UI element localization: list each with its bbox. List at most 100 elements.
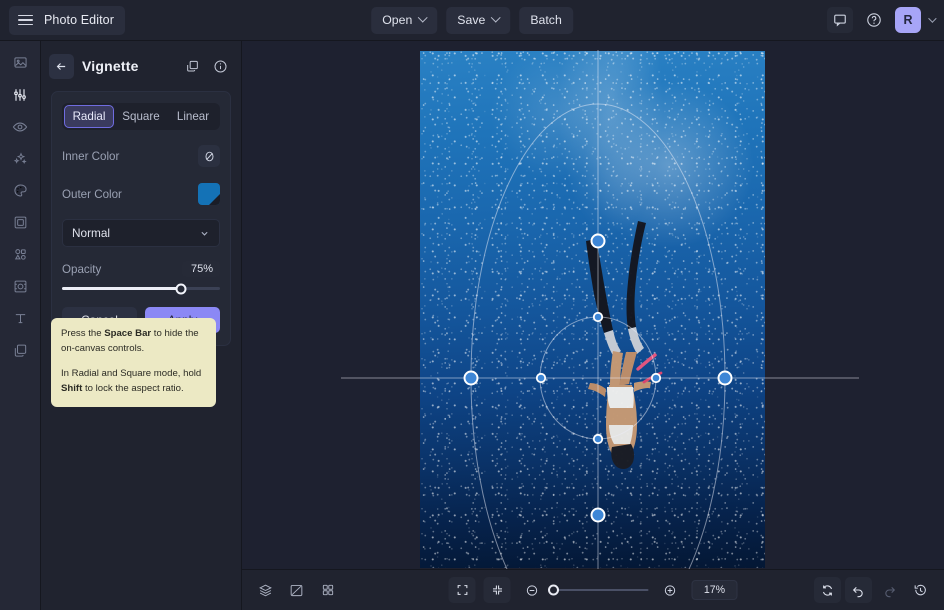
save-button[interactable]: Save <box>446 7 510 34</box>
history-icon <box>913 583 928 598</box>
inner-color-label: Inner Color <box>62 150 119 163</box>
avatar-initial: R <box>903 13 912 27</box>
zoom-contract-icon <box>490 583 504 597</box>
bottom-toolbar: 17% <box>242 569 944 610</box>
inner-color-row: Inner Color <box>62 144 220 168</box>
app-title: Photo Editor <box>44 13 114 27</box>
image-icon <box>13 55 28 70</box>
sidebar-item-text[interactable] <box>6 306 35 331</box>
redo-icon <box>882 583 897 598</box>
canvas-area[interactable]: 17% <box>242 41 944 610</box>
text-icon <box>13 311 28 326</box>
blend-mode-value: Normal <box>72 226 110 240</box>
compare-split-icon <box>289 583 304 598</box>
sidebar-item-frame[interactable] <box>6 210 35 235</box>
opacity-slider-knob[interactable] <box>175 283 186 294</box>
sidebar-item-visibility[interactable] <box>6 114 35 139</box>
top-center-actions: Open Save Batch <box>371 7 573 34</box>
bottom-left-tools <box>252 577 341 603</box>
sidebar-item-shapes[interactable] <box>6 242 35 267</box>
open-button[interactable]: Open <box>371 7 437 34</box>
shape-mode-linear[interactable]: Linear <box>168 105 218 128</box>
user-avatar[interactable]: R <box>895 7 921 33</box>
app-menu-button[interactable]: Photo Editor <box>9 6 125 35</box>
zoom-contract-button[interactable] <box>484 577 511 603</box>
chevron-down-icon <box>418 12 428 22</box>
minus-circle-icon <box>525 583 540 598</box>
shape-mode-radial[interactable]: Radial <box>64 105 114 128</box>
redo-button[interactable] <box>876 577 903 603</box>
opacity-value[interactable]: 75% <box>182 261 220 277</box>
comment-icon <box>833 13 847 27</box>
sliders-icon <box>12 87 28 103</box>
batch-button[interactable]: Batch <box>519 7 572 34</box>
vignette-settings-card: Radial Square Linear Inner Color Outer C… <box>51 91 231 346</box>
blend-mode-select[interactable]: Normal <box>62 219 220 247</box>
effect-info-button[interactable] <box>210 56 230 76</box>
freediver-figure <box>420 51 765 568</box>
inner-color-swatch[interactable] <box>198 145 220 167</box>
hamburger-icon <box>18 15 33 26</box>
eye-icon <box>12 119 28 135</box>
grid-view-button[interactable] <box>314 577 341 603</box>
outer-color-swatch[interactable] <box>198 183 220 205</box>
shape-mode-square[interactable]: Square <box>116 105 166 128</box>
zoom-slider[interactable] <box>554 589 649 591</box>
zoom-controls: 17% <box>449 577 738 603</box>
zoom-out-button[interactable] <box>519 577 546 603</box>
tip-line-2: In Radial and Square mode, hold Shift to… <box>61 367 206 397</box>
sidebar-item-adjustments[interactable] <box>6 82 35 107</box>
sidebar-item-effects[interactable] <box>6 146 35 171</box>
opacity-slider[interactable] <box>62 287 220 290</box>
top-right-actions: R <box>827 7 934 33</box>
help-button[interactable] <box>861 7 887 33</box>
canvas-stage[interactable] <box>242 41 944 569</box>
crop-focus-icon <box>13 279 28 294</box>
duplicate-effect-button[interactable] <box>182 56 202 76</box>
chevron-down-icon <box>199 228 210 239</box>
photo-editor-window: Photo Editor Open Save Batch <box>0 0 944 610</box>
open-label: Open <box>382 13 412 27</box>
account-chevron-down-icon[interactable] <box>928 14 936 22</box>
zoom-in-button[interactable] <box>657 577 684 603</box>
opacity-label: Opacity <box>62 263 101 276</box>
frame-icon <box>13 215 28 230</box>
reset-button[interactable] <box>814 577 841 603</box>
fit-screen-icon <box>455 583 469 597</box>
opacity-slider-fill <box>62 287 181 290</box>
info-circle-icon <box>213 59 228 74</box>
photo-image[interactable] <box>420 51 765 568</box>
history-button[interactable] <box>907 577 934 603</box>
palette-icon <box>13 183 28 198</box>
panel-back-button[interactable] <box>49 54 74 79</box>
layers-panel-button[interactable] <box>252 577 279 603</box>
grid-icon <box>321 583 335 597</box>
zoom-level-value[interactable]: 17% <box>692 580 738 600</box>
reset-icon <box>820 583 835 598</box>
no-color-icon <box>203 150 216 163</box>
plus-circle-icon <box>663 583 678 598</box>
sidebar-item-color[interactable] <box>6 178 35 203</box>
batch-label: Batch <box>530 13 561 27</box>
outer-color-row: Outer Color <box>62 182 220 206</box>
sidebar-item-image[interactable] <box>6 50 35 75</box>
fit-to-screen-button[interactable] <box>449 577 476 603</box>
layers-stack-icon <box>13 343 28 358</box>
editor-body: Vignette Radial Square Linear <box>0 41 944 610</box>
sidebar-item-layers[interactable] <box>6 338 35 363</box>
shape-mode-segmented-control: Radial Square Linear <box>62 103 220 130</box>
opacity-control: Opacity 75% <box>62 261 220 290</box>
comment-button[interactable] <box>827 7 853 33</box>
page-title: Vignette <box>82 58 174 74</box>
properties-panel: Vignette Radial Square Linear <box>41 41 242 610</box>
copy-icon <box>185 59 200 74</box>
help-circle-icon <box>866 12 882 28</box>
compare-button[interactable] <box>283 577 310 603</box>
undo-button[interactable] <box>845 577 872 603</box>
tip-line-1: Press the Space Bar to hide the on-canva… <box>61 327 206 357</box>
zoom-slider-knob[interactable] <box>548 585 559 596</box>
outer-color-label: Outer Color <box>62 188 122 201</box>
keyboard-tip-tooltip: Press the Space Bar to hide the on-canva… <box>51 318 216 407</box>
tool-rail <box>0 41 41 610</box>
sidebar-item-crop[interactable] <box>6 274 35 299</box>
